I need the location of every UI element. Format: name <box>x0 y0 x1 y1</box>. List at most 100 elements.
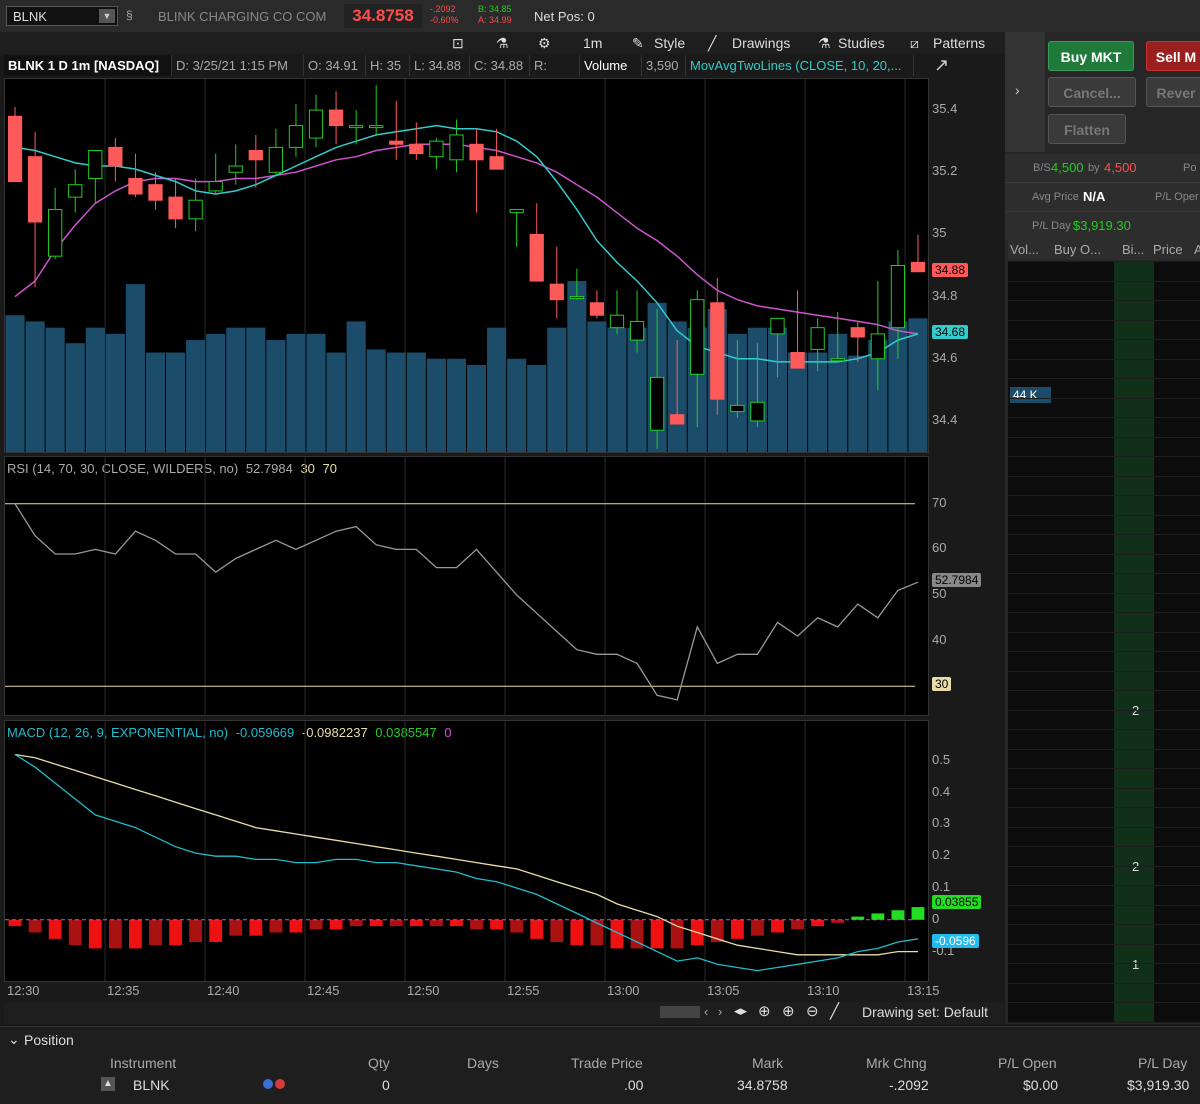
header-instrument[interactable]: Instrument <box>110 1055 176 1071</box>
zoom-out-icon[interactable]: ⊖ <box>806 1002 819 1020</box>
collapse-icon[interactable]: ▲ <box>101 1077 115 1091</box>
macd-chart[interactable] <box>5 721 928 981</box>
header-pl-open[interactable]: P/L Open <box>998 1055 1057 1071</box>
volume-bar <box>5 315 25 452</box>
price-tick: 35 <box>932 225 947 241</box>
volume-bar <box>908 318 928 452</box>
position-row[interactable]: ▲ BLNK 0 .00 34.8758 -.2092 $0.00 $3,919… <box>95 1075 1200 1095</box>
candle <box>810 327 825 350</box>
zoom-in-icon[interactable]: ⊕ <box>782 1002 795 1020</box>
candle <box>790 352 805 369</box>
pencil-icon[interactable]: ╱ <box>708 34 716 52</box>
macd-histogram-bar <box>289 919 303 933</box>
price-panel[interactable] <box>4 78 929 453</box>
row-qty: 0 <box>382 1077 390 1093</box>
style-menu[interactable]: Style <box>654 34 685 52</box>
ladder-row-divider <box>1008 261 1200 262</box>
chart-expand-icon[interactable]: ↗ <box>934 55 949 76</box>
chevron-down-icon[interactable]: ▼ <box>99 9 115 23</box>
ladder-row-divider <box>1008 865 1200 867</box>
scroll-left-icon[interactable]: ‹ <box>704 1004 708 1019</box>
drawings-menu[interactable]: Drawings <box>732 34 790 52</box>
ladder-col-vol[interactable]: Vol... <box>1010 242 1039 257</box>
macd-histogram-bar <box>309 919 323 930</box>
buy-mkt-button[interactable]: Buy MKT <box>1048 41 1134 71</box>
rsi-tick: 60 <box>932 540 947 556</box>
rsi-chart[interactable] <box>5 457 928 715</box>
ladder-row-divider <box>1008 1021 1200 1023</box>
macd-panel[interactable]: MACD (12, 26, 9, EXPONENTIAL, no) -0.059… <box>4 720 929 982</box>
chevron-right-icon[interactable]: › <box>1015 82 1020 98</box>
ma-price-flag: 34.68 <box>932 324 969 339</box>
volume-label: Volume <box>580 55 642 76</box>
line-tool-icon[interactable]: ╱ <box>830 1002 839 1020</box>
collapse-strip[interactable]: › <box>1005 32 1045 152</box>
change-box: -.2092 -0.60% <box>430 4 459 26</box>
header-trade-price[interactable]: Trade Price <box>571 1055 643 1071</box>
candle <box>850 327 865 338</box>
patterns-icon[interactable]: ⧄ <box>910 34 919 52</box>
macd-histogram-bar <box>891 910 905 920</box>
macd-histogram-bar <box>149 919 162 946</box>
flask-icon[interactable]: ⚗ <box>496 34 509 52</box>
ladder-col-ask[interactable]: A <box>1194 242 1200 257</box>
ladder-row-divider <box>1008 768 1200 769</box>
scroll-right-icon[interactable]: › <box>718 1004 722 1019</box>
sell-mkt-button[interactable]: Sell M <box>1146 41 1200 71</box>
candle <box>890 265 906 329</box>
chevron-down-icon[interactable]: ⌄ <box>8 1031 20 1048</box>
ladder-row-divider <box>1008 456 1200 457</box>
interval-selector[interactable]: 1m <box>583 34 602 52</box>
study-label[interactable]: MovAvgTwoLines (CLOSE, 10, 20,... <box>686 55 914 76</box>
volume-bar <box>567 281 587 452</box>
avg-value: N/A <box>1083 189 1106 204</box>
candle <box>910 261 926 273</box>
price-ladder[interactable]: 44 K 2 2 1 <box>1008 261 1200 1023</box>
rsi-panel[interactable]: RSI (14, 70, 30, CLOSE, WILDERS, no) 52.… <box>4 456 929 716</box>
candle <box>369 125 384 129</box>
ladder-col-bid[interactable]: Bi... <box>1122 242 1144 257</box>
symbol-selector[interactable]: BLNK ▼ <box>6 6 118 26</box>
plday-row: P/L Day $3,919.30 <box>1005 212 1200 240</box>
candle <box>629 320 645 341</box>
alert-icon[interactable] <box>275 1079 285 1089</box>
volume-bar <box>186 340 206 452</box>
rsi-tick: 70 <box>932 494 947 510</box>
snapshot-icon[interactable]: ⊡ <box>452 34 464 52</box>
style-icon[interactable]: ✎ <box>632 34 644 52</box>
ladder-row-divider <box>1008 573 1200 574</box>
price-chart[interactable] <box>5 79 928 452</box>
ladder-col-price[interactable]: Price <box>1153 242 1183 257</box>
header-days[interactable]: Days <box>467 1055 499 1071</box>
link-icon[interactable]: § <box>126 8 142 24</box>
crosshair-icon[interactable]: ⊕ <box>758 1002 771 1020</box>
drawing-set[interactable]: Drawing set: Default <box>862 1004 988 1020</box>
ladder-col-buy[interactable]: Buy O... <box>1054 242 1101 257</box>
volume-bar <box>406 352 426 452</box>
flask-studies-icon[interactable]: ⚗ <box>818 34 831 52</box>
header-mark[interactable]: Mark <box>752 1055 783 1071</box>
bar-date: D: 3/25/21 1:15 PM <box>172 55 304 76</box>
candle <box>188 199 203 220</box>
macd-histogram-bar <box>329 919 343 930</box>
header-qty[interactable]: Qty <box>368 1055 390 1071</box>
cancel-button[interactable]: Cancel... <box>1048 77 1136 107</box>
candle <box>7 115 23 183</box>
volume-bar <box>125 284 145 452</box>
header-pl-day[interactable]: P/L Day <box>1138 1055 1187 1071</box>
volume-bar <box>607 327 627 452</box>
bar-low: L: 34.88 <box>410 55 470 76</box>
studies-menu[interactable]: Studies <box>838 34 885 52</box>
scrollbar[interactable] <box>660 1006 700 1018</box>
candle <box>88 149 103 179</box>
gear-icon[interactable]: ⚙ <box>538 34 551 52</box>
patterns-menu[interactable]: Patterns <box>933 34 985 52</box>
reverse-button[interactable]: Rever <box>1146 77 1200 107</box>
time-axis: 12:30 12:35 12:40 12:45 12:50 12:55 13:00 13:05… <box>4 982 940 1002</box>
position-title[interactable]: Position <box>24 1032 74 1048</box>
row-pl-open: $0.00 <box>1023 1077 1059 1093</box>
info-icon[interactable] <box>263 1079 273 1089</box>
flatten-button[interactable]: Flatten <box>1048 114 1126 144</box>
expand-icon[interactable]: ◂▸ <box>734 1003 747 1019</box>
header-mrk-chng[interactable]: Mrk Chng <box>866 1055 927 1071</box>
